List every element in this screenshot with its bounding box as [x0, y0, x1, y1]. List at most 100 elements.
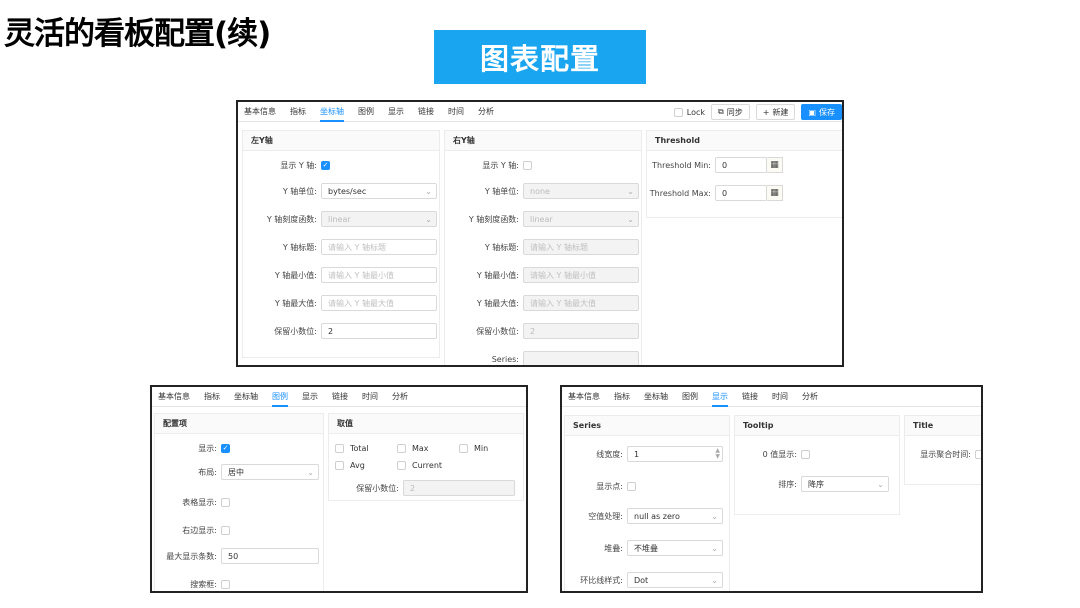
sort-select[interactable]: 降序 ⌄ [801, 476, 889, 492]
tooltip-title: Tooltip [735, 416, 899, 436]
min-checkbox[interactable] [459, 443, 468, 453]
null-handling-select[interactable]: null as zero ⌄ [627, 508, 723, 524]
tab-axes[interactable]: 坐标轴 [234, 387, 258, 407]
legend-show-checkbox[interactable]: ✓ [221, 443, 230, 453]
tab-metrics[interactable]: 指标 [290, 102, 306, 122]
total-checkbox[interactable] [335, 443, 344, 453]
stack-select[interactable]: 不堆叠 ⌄ [627, 540, 723, 556]
grid-icon[interactable]: ▦ [767, 157, 783, 173]
y-max-placeholder: 请输入 Y 轴最大值 [328, 298, 394, 308]
y-scale-label: Y 轴刻度函数: [266, 214, 317, 224]
chevron-down-icon: ⌄ [711, 575, 718, 585]
chevron-down-icon: ⌄ [627, 186, 634, 196]
y-min-input[interactable]: 请输入 Y 轴最小值 [321, 267, 437, 283]
threshold-max-label: Threshold Max: [649, 188, 711, 198]
tab-metrics[interactable]: 指标 [204, 387, 220, 407]
tab-analysis[interactable]: 分析 [478, 102, 494, 122]
tab-metrics[interactable]: 指标 [614, 387, 630, 407]
layout-select[interactable]: 居中 ⌄ [221, 464, 319, 480]
y-max-input[interactable]: 请输入 Y 轴最大值 [321, 295, 437, 311]
table-display-checkbox[interactable] [221, 497, 230, 507]
tab-legend[interactable]: 图例 [272, 387, 288, 407]
tab-time[interactable]: 时间 [448, 102, 464, 122]
series-section: Series 线宽度: 1 ▲ ▼ 显示点: 空值处理: null as zero ⌄ 堆… [564, 415, 730, 591]
agg-time-label: 显示聚合时间: [920, 449, 971, 459]
line-width-stepper[interactable]: 1 ▲ ▼ [627, 446, 723, 462]
grid-icon[interactable]: ▦ [767, 185, 783, 201]
y-scale-select[interactable]: linear ⌄ [321, 211, 437, 227]
y-scale-value: linear [530, 214, 553, 224]
max-items-input[interactable]: 50 [221, 548, 319, 564]
new-button[interactable]: + 新建 [755, 104, 796, 120]
y-min-input[interactable]: 请输入 Y 轴最小值 [523, 267, 639, 283]
y-unit-select[interactable]: bytes/sec ⌄ [321, 183, 437, 199]
lock-checkbox[interactable] [673, 107, 683, 117]
decimals-label: 保留小数位: [476, 326, 519, 336]
threshold-min-input[interactable]: 0 [715, 157, 767, 173]
y-unit-value: none [530, 186, 550, 196]
tab-basic-info[interactable]: 基本信息 [158, 387, 190, 407]
tab-basic-info[interactable]: 基本信息 [244, 102, 276, 122]
series-select[interactable] [523, 351, 639, 365]
config-title: 配置项 [155, 414, 323, 434]
stepper-arrows-icon[interactable]: ▲ ▼ [715, 448, 720, 460]
zero-display-label: 0 值显示: [762, 449, 797, 459]
y-scale-select[interactable]: linear ⌄ [523, 211, 639, 227]
show-y-checkbox[interactable] [523, 160, 532, 170]
tab-time[interactable]: 时间 [772, 387, 788, 407]
axis-config-panel: 基本信息 指标 坐标轴 图例 显示 链接 时间 分析 Lock ⧉ 同步 + 新建 … [236, 100, 844, 367]
tab-time[interactable]: 时间 [362, 387, 378, 407]
y-title-input[interactable]: 请输入 Y 轴标题 [321, 239, 437, 255]
tab-display[interactable]: 显示 [388, 102, 404, 122]
decimals-input[interactable]: 2 [523, 323, 639, 339]
title-section-title: Title [905, 416, 981, 436]
null-handling-label: 空值处理: [588, 511, 623, 521]
tab-display[interactable]: 显示 [712, 387, 728, 407]
y-unit-select[interactable]: none ⌄ [523, 183, 639, 199]
section-banner: 图表配置 [434, 30, 646, 84]
chevron-down-icon: ⌄ [877, 479, 884, 489]
values-decimals-input[interactable]: 2 [403, 480, 515, 496]
zero-display-checkbox[interactable] [801, 449, 810, 459]
sync-button[interactable]: ⧉ 同步 [711, 104, 750, 120]
tab-analysis[interactable]: 分析 [392, 387, 408, 407]
tab-legend[interactable]: 图例 [358, 102, 374, 122]
current-checkbox[interactable] [397, 460, 406, 470]
current-label: Current [412, 460, 443, 470]
y-max-input[interactable]: 请输入 Y 轴最大值 [523, 295, 639, 311]
sort-label: 排序: [778, 479, 797, 489]
tab-links[interactable]: 链接 [742, 387, 758, 407]
show-points-label: 显示点: [596, 481, 623, 491]
max-items-label: 最大显示条数: [166, 551, 217, 561]
tab-legend[interactable]: 图例 [682, 387, 698, 407]
tab-axes[interactable]: 坐标轴 [320, 102, 344, 122]
right-display-checkbox[interactable] [221, 525, 230, 535]
new-label: 新建 [772, 107, 789, 117]
line-width-value: 1 [634, 449, 640, 459]
tab-basic-info[interactable]: 基本信息 [568, 387, 600, 407]
search-box-checkbox[interactable] [221, 579, 230, 589]
avg-checkbox[interactable] [335, 460, 344, 470]
threshold-max-input[interactable]: 0 [715, 185, 767, 201]
show-points-checkbox[interactable] [627, 481, 636, 491]
y-min-placeholder: 请输入 Y 轴最小值 [328, 270, 394, 280]
y-title-placeholder: 请输入 Y 轴标题 [328, 242, 386, 252]
y-unit-label: Y 轴单位: [282, 186, 317, 196]
y-title-input[interactable]: 请输入 Y 轴标题 [523, 239, 639, 255]
values-title: 取值 [329, 414, 523, 434]
chevron-down-icon: ⌄ [307, 467, 314, 477]
y-max-label: Y 轴最大值: [476, 298, 519, 308]
decimals-input[interactable]: 2 [321, 323, 437, 339]
max-checkbox[interactable] [397, 443, 406, 453]
show-y-checkbox[interactable]: ✓ [321, 160, 330, 170]
tab-links[interactable]: 链接 [418, 102, 434, 122]
tab-axes[interactable]: 坐标轴 [644, 387, 668, 407]
tab-links[interactable]: 链接 [332, 387, 348, 407]
save-button[interactable]: ▣ 保存 [801, 104, 842, 120]
tab-analysis[interactable]: 分析 [802, 387, 818, 407]
ratio-line-select[interactable]: Dot ⌄ [627, 572, 723, 588]
legend-config-panel: 基本信息 指标 坐标轴 图例 显示 链接 时间 分析 配置项 显示: ✓ 布局: 居… [150, 385, 528, 593]
save-label: 保存 [819, 107, 835, 117]
agg-time-checkbox[interactable] [975, 449, 981, 459]
tab-display[interactable]: 显示 [302, 387, 318, 407]
